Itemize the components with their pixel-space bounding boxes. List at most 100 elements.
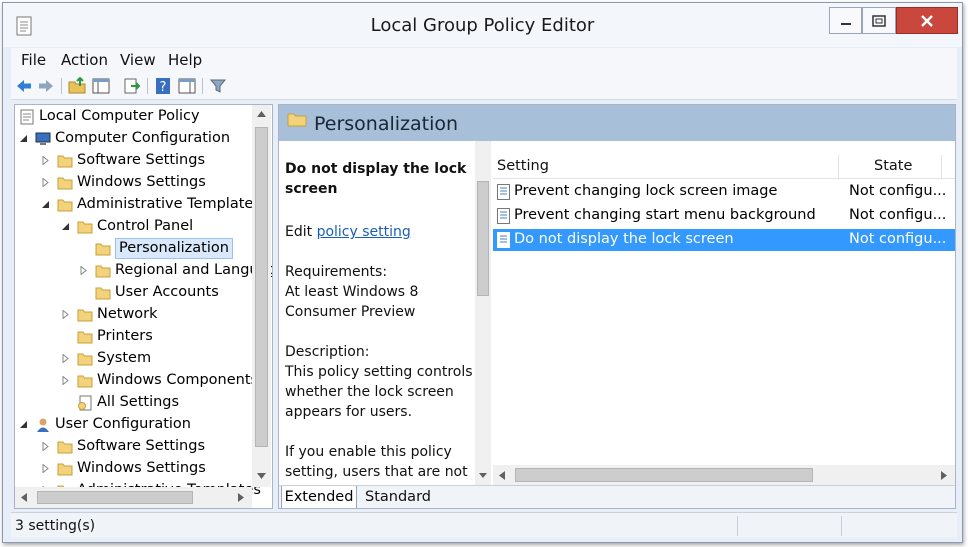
tree-item[interactable]: Printers (15, 326, 252, 348)
folder-icon (77, 307, 93, 323)
collapsed-arrow-icon[interactable] (41, 178, 50, 187)
tree-item-label: Network (97, 306, 158, 322)
status-divider (841, 516, 842, 536)
folder-icon (95, 285, 111, 301)
description-text: This policy setting controls whether the… (285, 364, 473, 420)
expanded-arrow-icon[interactable] (41, 200, 50, 209)
list-horizontal-scrollbar[interactable] (493, 465, 955, 485)
menu-view[interactable]: View (120, 51, 156, 69)
requirements-label: Requirements: (285, 264, 388, 280)
edit-policy-setting-link[interactable]: policy setting (317, 224, 411, 240)
tree-item[interactable]: Windows Components (15, 370, 258, 392)
settings-row[interactable]: Prevent changing start menu background No… (493, 205, 955, 227)
details-pane: Personalization Do not display the lock … (278, 104, 956, 509)
tree-item[interactable]: User Accounts (15, 282, 252, 304)
column-setting[interactable]: Setting (497, 158, 549, 174)
collapsed-arrow-icon[interactable] (41, 442, 50, 451)
column-state[interactable]: State (874, 158, 912, 174)
column-divider[interactable] (838, 155, 839, 179)
tree-item[interactable]: Software Settings (15, 150, 252, 172)
scroll-left-icon[interactable] (21, 493, 27, 502)
collapsed-arrow-icon[interactable] (41, 464, 50, 473)
tree-item[interactable]: Control Panel (15, 216, 252, 238)
toolbar: ? (11, 72, 957, 100)
expanded-arrow-icon[interactable] (19, 134, 28, 143)
close-button[interactable] (896, 7, 958, 34)
close-icon (921, 14, 933, 27)
window-title: Local Group Policy Editor (370, 15, 595, 36)
tree-item-label: All Settings (97, 394, 180, 410)
scroll-right-icon[interactable] (238, 493, 244, 502)
all-settings-icon (77, 395, 93, 411)
minimize-icon (840, 22, 851, 25)
description-vertical-scrollbar[interactable] (475, 141, 491, 485)
enable-text: If you enable this policy setting, users… (285, 444, 468, 480)
export-list-icon[interactable] (123, 77, 141, 95)
tree-item[interactable]: Local Computer Policy (15, 106, 252, 128)
description-scroll-thumb[interactable] (477, 181, 489, 296)
scroll-left-icon[interactable] (499, 471, 505, 480)
restore-button[interactable] (862, 7, 896, 34)
tree-item[interactable]: Windows Settings (15, 458, 252, 480)
menu-help[interactable]: Help (168, 51, 202, 69)
column-divider[interactable] (941, 155, 942, 179)
tree-item[interactable]: Computer Configuration (15, 128, 252, 150)
expanded-arrow-icon[interactable] (61, 222, 70, 231)
tree-item[interactable]: Personalization (15, 238, 252, 260)
filter-icon[interactable] (209, 77, 227, 95)
tree-item-label: Windows Components (97, 372, 259, 388)
tree-item[interactable]: Network (15, 304, 252, 326)
folder-icon (77, 219, 93, 235)
back-icon[interactable] (15, 77, 33, 95)
view-tabs: Extended Standard (279, 485, 955, 508)
collapsed-arrow-icon[interactable] (41, 156, 50, 165)
extended-description-pane: Do not display the lock screen Edit poli… (279, 141, 491, 485)
collapsed-arrow-icon[interactable] (61, 310, 70, 319)
title-bar: Local Group Policy Editor (3, 3, 962, 47)
settings-row[interactable]: Prevent changing lock screen image Not co… (493, 181, 955, 203)
policy-title: Do not display the lock screen (285, 159, 475, 199)
folder-icon (57, 461, 73, 477)
tab-standard[interactable]: Standard (363, 486, 433, 508)
tree-item[interactable]: System (15, 348, 252, 370)
setting-name: Prevent changing lock screen image (514, 183, 778, 199)
tree-vertical-scrollbar[interactable] (252, 105, 271, 487)
show-hide-action-pane-icon[interactable] (178, 77, 196, 95)
tree-item-label: Control Panel (97, 218, 194, 234)
tab-extended[interactable]: Extended (281, 486, 357, 508)
tree-item[interactable]: All Settings (15, 392, 252, 414)
edit-prefix: Edit (285, 224, 317, 240)
forward-icon[interactable] (37, 77, 55, 95)
collapsed-arrow-icon[interactable] (61, 376, 70, 385)
tree-hscroll-thumb[interactable] (37, 491, 193, 504)
scroll-down-icon[interactable] (257, 473, 266, 479)
expanded-arrow-icon[interactable] (19, 420, 28, 429)
tree-item[interactable]: Regional and Language (15, 260, 272, 282)
minimize-button[interactable] (829, 7, 862, 34)
toolbar-separator (61, 78, 62, 94)
scroll-up-icon[interactable] (257, 111, 266, 117)
menu-file[interactable]: File (21, 51, 46, 69)
collapsed-arrow-icon[interactable] (79, 266, 88, 275)
tree-item-label: Local Computer Policy (39, 108, 200, 124)
tree-horizontal-scrollbar[interactable] (15, 487, 252, 508)
up-folder-icon[interactable] (68, 77, 86, 95)
policy-setting-icon (497, 232, 510, 248)
policy-title-text: Do not display the lock screen (285, 161, 467, 197)
show-hide-tree-icon[interactable] (92, 77, 110, 95)
collapsed-arrow-icon[interactable] (61, 354, 70, 363)
folder-icon (77, 329, 93, 345)
menu-action[interactable]: Action (61, 51, 108, 69)
settings-row[interactable]: Do not display the lock screen Not config… (493, 229, 955, 251)
list-hscroll-thumb[interactable] (515, 468, 813, 482)
tree-item[interactable]: Administrative Templates (15, 194, 261, 216)
folder-icon (57, 175, 73, 191)
tree-scroll-thumb[interactable] (255, 127, 268, 447)
help-icon[interactable]: ? (154, 77, 172, 95)
tree-item[interactable]: User Configuration (15, 414, 252, 436)
tree-item[interactable]: Windows Settings (15, 172, 252, 194)
scroll-right-icon[interactable] (941, 471, 947, 480)
tree-item[interactable]: Software Settings (15, 436, 252, 458)
list-header: Setting State (493, 155, 955, 179)
scroll-down-icon[interactable] (479, 473, 487, 478)
